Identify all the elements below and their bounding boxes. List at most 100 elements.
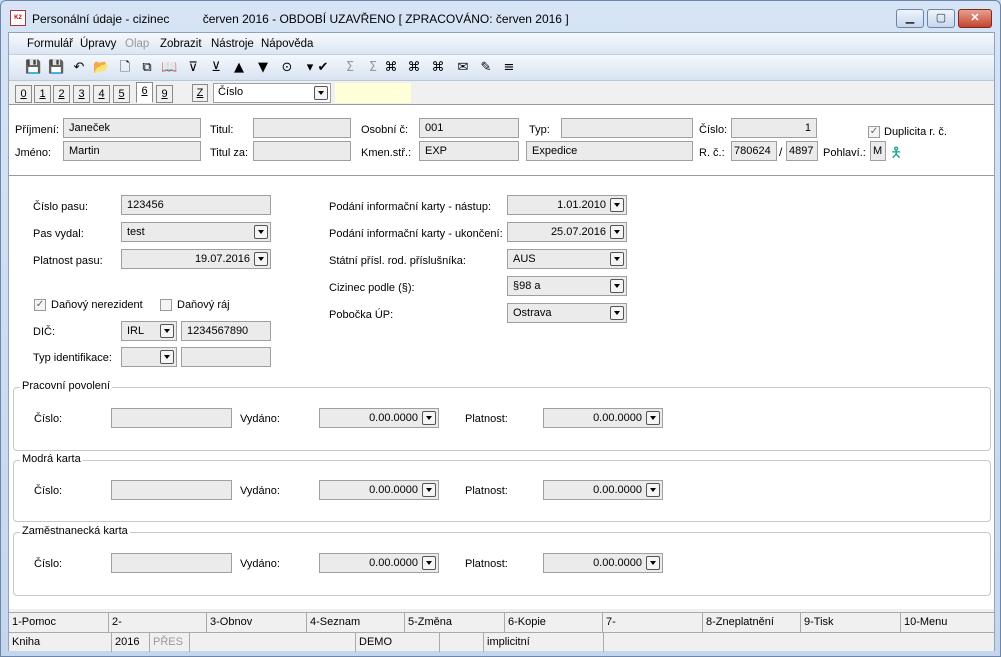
kmen-stredisko-name[interactable]: Expedice [526, 141, 693, 161]
chevron-down-icon[interactable] [254, 252, 268, 266]
statni-prislusnost-select[interactable]: AUS [507, 249, 627, 269]
close-button[interactable]: ✕ [958, 9, 992, 28]
pohlavi-field[interactable]: M [870, 141, 886, 161]
book-icon[interactable]: 📖 [161, 60, 177, 76]
menu-napoveda[interactable]: Nápověda [261, 38, 313, 50]
cizinec-podle-select[interactable]: §98 a [507, 276, 627, 296]
chevron-down-icon[interactable] [610, 306, 624, 320]
osobni-cislo-field[interactable]: 001 [419, 118, 519, 138]
cislo-field[interactable] [111, 408, 232, 428]
cislo-pasu-field[interactable]: 123456 [121, 195, 271, 215]
chevron-down-icon[interactable] [160, 350, 174, 364]
chevron-down-icon[interactable] [646, 556, 660, 570]
f5-button[interactable]: 5-Změna [405, 613, 505, 632]
tab-2[interactable]: 2 [53, 85, 70, 103]
notes-icon[interactable]: ✎ [478, 60, 494, 76]
chevron-down-icon[interactable] [646, 411, 660, 425]
typ-identifikace-select[interactable] [121, 347, 177, 367]
pobocka-up-select[interactable]: Ostrava [507, 303, 627, 323]
filter-icon[interactable]: ⊽ [185, 60, 201, 76]
dic-field[interactable]: 1234567890 [181, 321, 271, 341]
vydano-field[interactable]: 0.00.0000 [319, 408, 439, 428]
clear-filter-icon[interactable]: ⊻ [208, 60, 224, 76]
minimize-button[interactable]: ▁ [896, 9, 924, 28]
f8-button[interactable]: 8-Zneplatnění [703, 613, 801, 632]
quick-search-input[interactable] [335, 83, 411, 103]
tab-9[interactable]: 9 [156, 85, 173, 103]
sum-icon[interactable]: Σ [342, 60, 358, 76]
f1-button[interactable]: 1-Pomoc [9, 613, 109, 632]
undo-icon[interactable]: ↶ [71, 60, 87, 76]
tab-3[interactable]: 3 [73, 85, 90, 103]
prijmeni-field[interactable]: Janeček [63, 118, 201, 138]
sort-key-select[interactable]: Číslo [213, 83, 331, 103]
f4-button[interactable]: 4-Seznam [307, 613, 405, 632]
ukonceni-field[interactable]: 25.07.2016 [507, 222, 627, 242]
pas-vydal-select[interactable]: test [121, 222, 271, 242]
sort-z-button[interactable]: Z [192, 84, 208, 102]
copy-document-icon[interactable]: ⧉ [139, 60, 155, 76]
find-prev-icon[interactable]: ⌘ [430, 60, 446, 76]
binoculars-icon[interactable]: ⌘ [383, 60, 399, 76]
danovy-raj-checkbox[interactable] [160, 299, 172, 311]
chevron-down-icon[interactable] [610, 198, 624, 212]
danovy-nerezident-checkbox[interactable]: ✓ [34, 299, 46, 311]
tab-5[interactable]: 5 [113, 85, 130, 103]
nastup-field[interactable]: 1.01.2010 [507, 195, 627, 215]
f9-button[interactable]: 9-Tisk [801, 613, 901, 632]
title-bar[interactable]: K2 Personální údaje - cizinec červen 201… [1, 1, 1000, 31]
f2-button[interactable]: 2- [109, 613, 207, 632]
dic-country-select[interactable]: IRL [121, 321, 177, 341]
chevron-down-icon[interactable] [254, 225, 268, 239]
arrow-down-icon[interactable]: ▼ [255, 60, 271, 76]
vydano-field[interactable]: 0.00.0000 [319, 480, 439, 500]
sum-filter-icon[interactable]: Σ [365, 60, 381, 76]
cislo-field[interactable] [111, 553, 232, 573]
cislo-field[interactable]: 1 [731, 118, 817, 138]
platnost-pasu-field[interactable]: 19.07.2016 [121, 249, 271, 269]
mail-icon[interactable]: ✉ [455, 60, 471, 76]
menu-upravy[interactable]: Úpravy [80, 38, 116, 50]
typ-field[interactable] [561, 118, 693, 138]
chevron-down-icon[interactable] [422, 483, 436, 497]
person-icon[interactable]: 🯅 [890, 142, 902, 166]
camera-icon[interactable]: ⊙ [279, 60, 295, 76]
cislo-field[interactable] [111, 480, 232, 500]
platnost-field[interactable]: 0.00.0000 [543, 408, 663, 428]
menu-formular[interactable]: Formulář [27, 38, 73, 50]
chevron-down-icon[interactable] [610, 225, 624, 239]
menu-olap[interactable]: Olap [125, 38, 149, 50]
chevron-down-icon[interactable] [160, 324, 174, 338]
arrow-up-icon[interactable]: ▲ [231, 60, 247, 76]
new-document-icon[interactable]: 🗋 [117, 60, 133, 76]
typ-identifikace-field[interactable] [181, 347, 271, 367]
chevron-down-icon[interactable] [610, 279, 624, 293]
tab-1[interactable]: 1 [34, 85, 51, 103]
open-folder-icon[interactable]: 📂 [93, 60, 109, 76]
titul-field[interactable] [253, 118, 351, 138]
duplicita-checkbox[interactable]: ✓ [868, 126, 880, 138]
tab-4[interactable]: 4 [93, 85, 110, 103]
f7-button[interactable]: 7- [603, 613, 703, 632]
save-all-icon[interactable]: 💾 [48, 60, 64, 76]
tab-0[interactable]: 0 [15, 85, 32, 103]
kmen-stredisko-code[interactable]: EXP [419, 141, 519, 161]
chevron-down-icon[interactable] [314, 86, 328, 100]
chevron-down-icon[interactable] [422, 556, 436, 570]
platnost-field[interactable]: 0.00.0000 [543, 480, 663, 500]
tab-6[interactable]: 6 [136, 82, 153, 103]
f10-button[interactable]: 10-Menu [901, 613, 994, 632]
save-icon[interactable]: 💾 [25, 60, 41, 76]
titul-za-field[interactable] [253, 141, 351, 161]
chevron-down-icon[interactable] [422, 411, 436, 425]
rodne-cislo-part2[interactable]: 4897 [786, 141, 818, 161]
chevron-down-icon[interactable] [610, 252, 624, 266]
chevron-down-icon[interactable] [646, 483, 660, 497]
jmeno-field[interactable]: Martin [63, 141, 201, 161]
check-green-icon[interactable]: ✔ [315, 60, 331, 76]
f3-button[interactable]: 3-Obnov [207, 613, 307, 632]
rodne-cislo-part1[interactable]: 780624 [731, 141, 777, 161]
maximize-button[interactable]: ▢ [927, 9, 955, 28]
find-next-icon[interactable]: ⌘ [406, 60, 422, 76]
menu-nastroje[interactable]: Nástroje [211, 38, 254, 50]
